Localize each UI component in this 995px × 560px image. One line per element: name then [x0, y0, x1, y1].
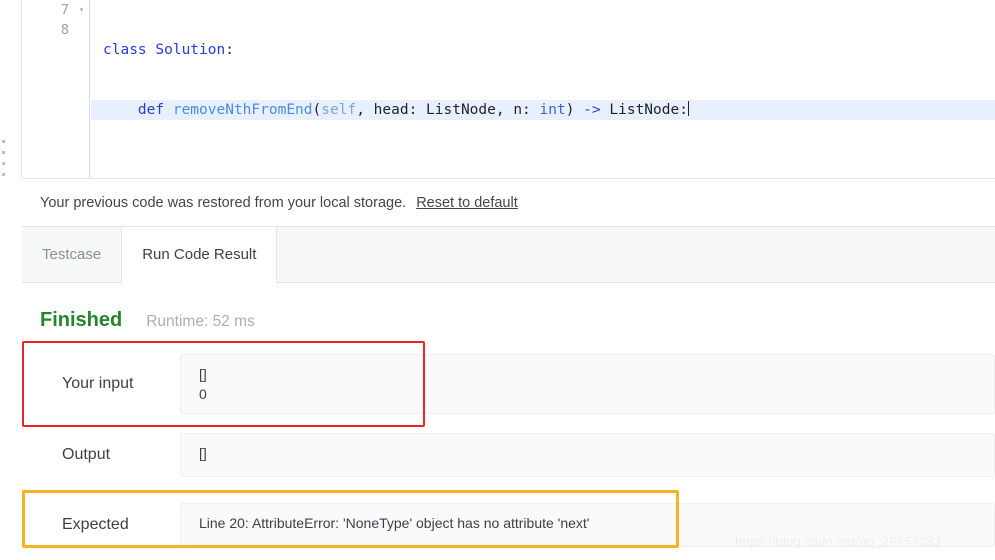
code-line[interactable]: class Solution:: [91, 40, 995, 60]
code-content[interactable]: class Solution: def removeNthFromEnd(sel…: [91, 0, 995, 178]
line-number-value: 8: [60, 22, 69, 38]
tab-testcase[interactable]: Testcase: [22, 227, 123, 282]
status-badge: Finished: [40, 309, 123, 331]
text-cursor: [687, 101, 689, 116]
run-result-panel: Finished Runtime: 52 ms Your input [] 0 …: [22, 283, 995, 560]
leetcode-editor-page: 7 ▾ 8 class Solution: def removeNthFromE…: [0, 0, 995, 560]
watermark-text: https://blog.csdn.net/qq_29757283: [735, 534, 942, 549]
status-row: Finished Runtime: 52 ms: [40, 309, 995, 332]
code-line-active[interactable]: def removeNthFromEnd(self, head: ListNod…: [91, 100, 995, 120]
code-token: Solution: [155, 42, 226, 58]
reset-to-default-link[interactable]: Reset to default: [416, 195, 518, 211]
result-row-your-input: Your input [] 0: [40, 354, 995, 414]
line-number: 8: [22, 20, 89, 40]
your-input-label: Your input: [62, 375, 134, 392]
your-input-value: [] 0: [180, 354, 995, 414]
code-editor[interactable]: 7 ▾ 8 class Solution: def removeNthFromE…: [0, 0, 995, 178]
code-fold-icon[interactable]: ▾: [79, 0, 84, 20]
panel-drag-handle[interactable]: [2, 140, 8, 178]
code-token: class: [103, 42, 156, 58]
code-token: def: [137, 102, 173, 118]
expected-label: Expected: [62, 516, 129, 533]
code-token: ->: [574, 102, 610, 118]
editor-left-rail: [0, 0, 22, 178]
tab-run-code-result[interactable]: Run Code Result: [122, 227, 278, 283]
code-token: int: [539, 102, 566, 118]
result-row-output: Output []: [40, 426, 995, 484]
code-token: ListNode:: [609, 102, 688, 118]
result-tab-bar: Testcase Run Code Result: [22, 226, 995, 283]
runtime-text: Runtime: 52 ms: [146, 313, 255, 330]
code-token: removeNthFromEnd: [172, 102, 313, 118]
line-number-gutter: 7 ▾ 8: [22, 0, 90, 178]
code-token: :: [225, 42, 234, 58]
restore-notice-text: Your previous code was restored from you…: [40, 194, 407, 211]
line-number: 7 ▾: [22, 0, 89, 20]
output-label: Output: [62, 446, 111, 463]
line-number-value: 7: [60, 2, 69, 18]
code-token: (: [312, 102, 322, 118]
output-value: []: [180, 433, 995, 477]
code-token: , head: ListNode, n:: [356, 102, 540, 118]
restore-notice-bar: Your previous code was restored from you…: [22, 178, 995, 226]
code-token: self: [321, 102, 357, 118]
